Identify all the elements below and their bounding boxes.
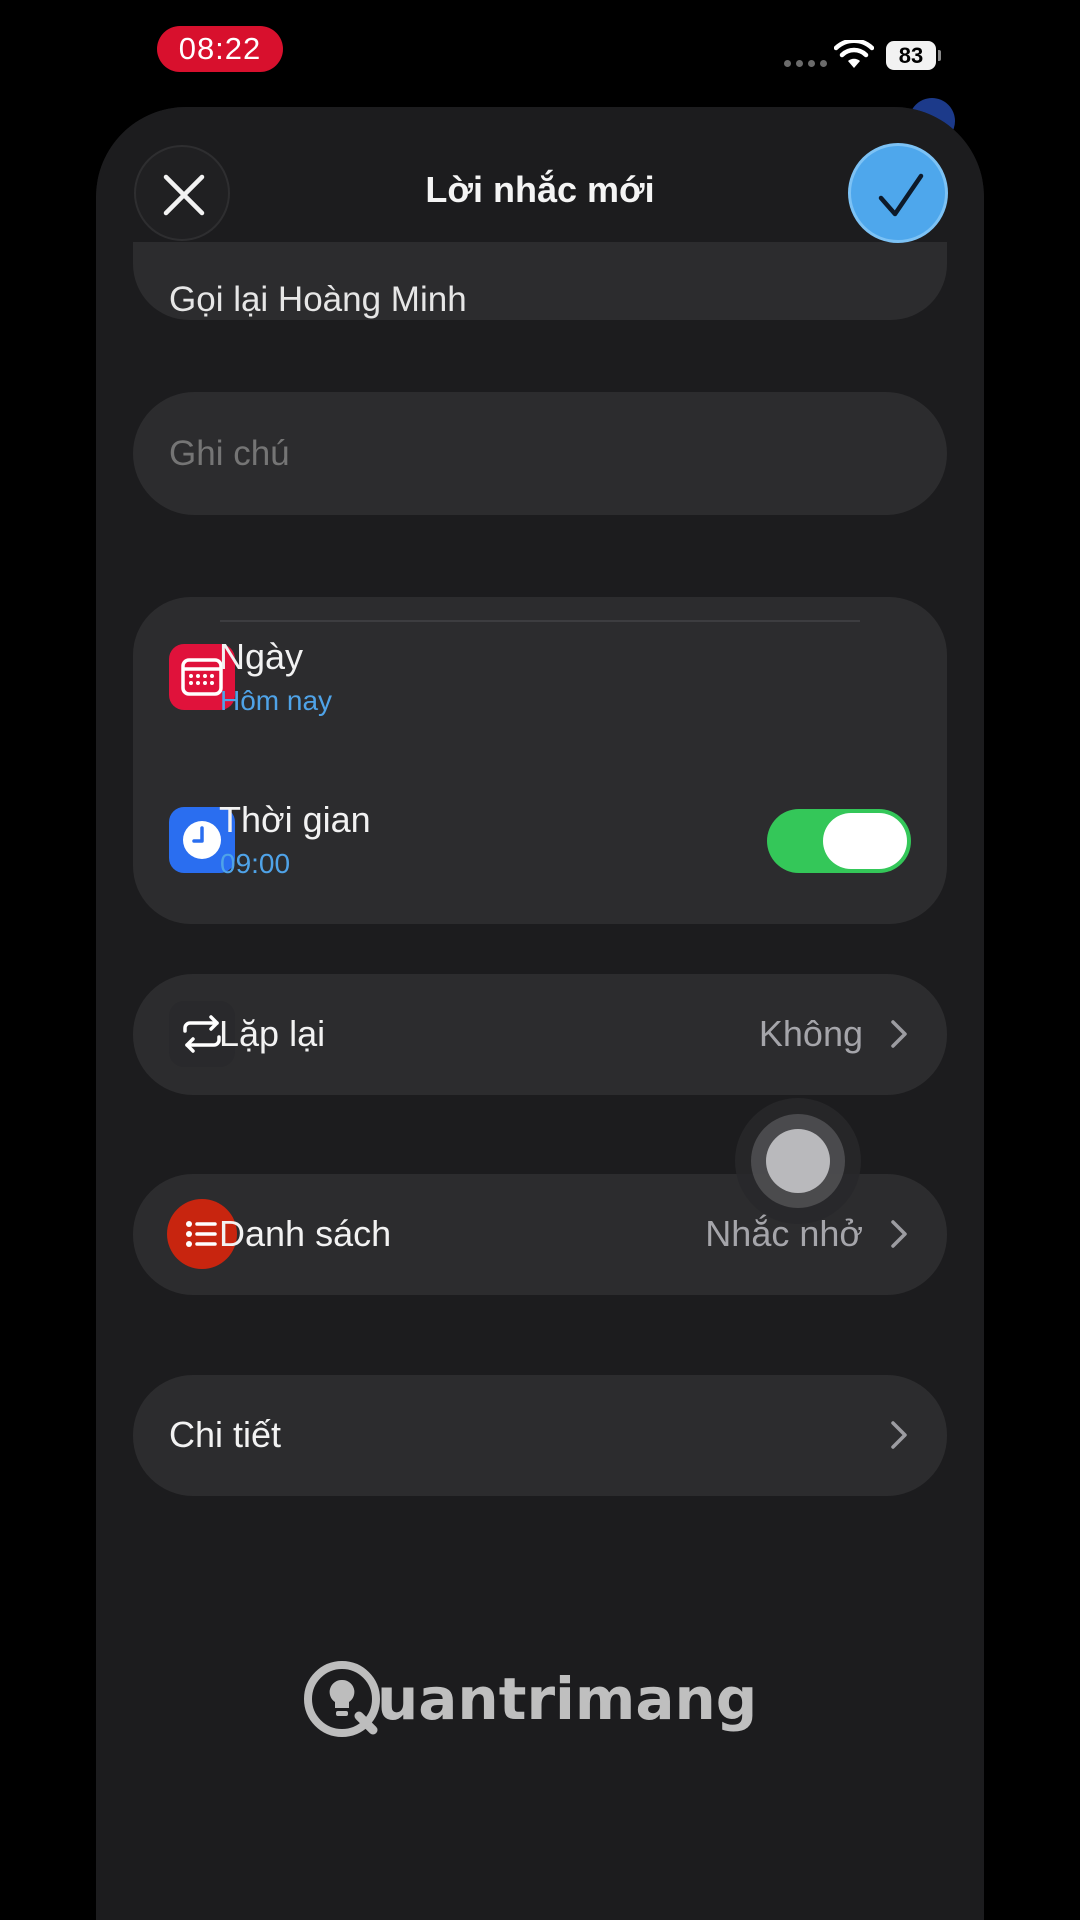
new-reminder-sheet: Gọi lại Hoàng Minh Lời nhắc mới Ghi chú … [96, 107, 984, 1920]
sheet-header: Lời nhắc mới [96, 107, 984, 243]
watermark-logo: uantrimang [301, 1654, 757, 1744]
reminder-title-field[interactable]: Gọi lại Hoàng Minh [169, 280, 467, 320]
watermark-text: uantrimang [377, 1665, 758, 1733]
time-toggle[interactable] [767, 809, 911, 873]
checkmark-icon [878, 173, 924, 217]
cellular-signal-icon [784, 60, 827, 67]
chevron-right-icon [891, 1220, 907, 1248]
assistive-touch-button[interactable] [735, 1098, 861, 1224]
wifi-icon [834, 40, 874, 68]
date-row-label[interactable]: Ngày [219, 636, 303, 678]
notes-card [133, 392, 947, 515]
details-label: Chi tiết [169, 1414, 282, 1455]
battery-icon [938, 50, 941, 61]
lightbulb-icon [304, 1661, 380, 1737]
chevron-right-icon [891, 1421, 907, 1449]
repeat-label: Lặp lại [219, 1013, 326, 1054]
time-row-label[interactable]: Thời gian [219, 799, 371, 841]
screen: 08:22 83 Gọi lại Hoàng Minh Lời nhắc mới [0, 0, 1080, 1920]
chevron-right-icon [891, 1020, 907, 1048]
status-time: 08:22 [157, 26, 283, 72]
status-bar: 08:22 83 [0, 0, 1080, 100]
notes-input[interactable] [169, 392, 909, 515]
time-row-value: 09:00 [220, 848, 291, 879]
repeat-value: Không [758, 1013, 863, 1054]
battery-level: 83 [886, 41, 936, 70]
date-row-value: Hôm nay [220, 685, 333, 716]
done-button[interactable] [848, 143, 948, 243]
row-divider [220, 620, 860, 622]
list-label: Danh sách [219, 1213, 392, 1254]
toggle-knob [823, 813, 907, 869]
